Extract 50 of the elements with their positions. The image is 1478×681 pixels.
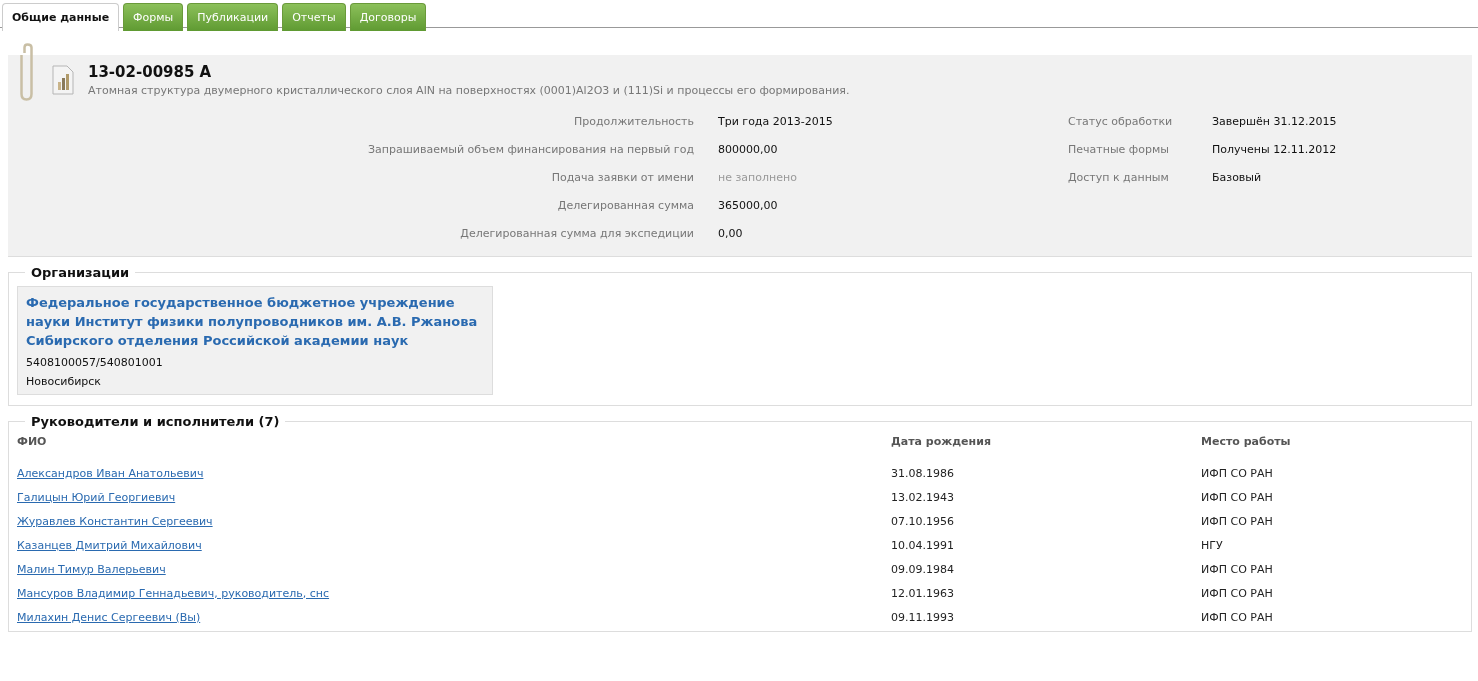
person-link[interactable]: Казанцев Дмитрий Михайлович [17,538,202,552]
field-value: 365000,00 [718,198,779,212]
person-link[interactable]: Малин Тимур Валерьевич [17,562,166,576]
project-number: 13-02-00985 А [88,63,213,81]
table-cell-text: ИФП СО РАН [1201,490,1274,504]
column-header: Место работы [1201,434,1292,448]
field-label: Делегированная сумма [556,198,694,212]
column-header: Дата рождения [891,434,992,448]
document-chart-icon [52,65,74,95]
table-cell-text: НГУ [1201,538,1224,552]
field-label: Статус обработки [1068,114,1174,128]
table-cell-text: 31.08.1986 [891,466,955,480]
table-cell-text: 10.04.1991 [891,538,955,552]
section-title: Организации [30,265,131,280]
project-title: Атомная структура двумерного кристаллического слоя AlN на поверхностях (0001)Al2O3 и (111)Si и процессы его формирования. [88,84,850,97]
field-label: Печатные формы [1068,142,1170,156]
column-header: ФИО [17,434,48,448]
table-cell-text: ИФП СО РАН [1201,562,1274,576]
field-label: Запрашиваемый объем финансирования на первый год [367,142,694,156]
field-label: Продолжительность [573,114,694,128]
table-cell-text: ИФП СО РАН [1201,586,1274,600]
table-cell-text: ИФП СО РАН [1201,610,1274,624]
field-value: 0,00 [718,226,744,240]
table-cell-text: 07.10.1956 [891,514,955,528]
section-title: Руководители и исполнители (7) [30,414,281,429]
table-cell-text: ИФП СО РАН [1201,466,1274,480]
table-cell-text: 09.11.1993 [891,610,955,624]
field-value: 800000,00 [718,142,779,156]
organization-link[interactable]: Федеральное государственное бюджетное учреждение науки Институт физики полупроводников им. А.В. Ржанова Сибирского отделения Российской академии наук [26,293,484,350]
field-value: не заполнено [718,170,798,184]
person-link[interactable]: Милахин Денис Сергеевич (Вы) [17,610,201,624]
organization-codes: 5408100057/540801001 [26,356,164,369]
field-label: Доступ к данным [1068,170,1170,184]
paperclip-icon [20,43,33,101]
table-cell-text: 09.09.1984 [891,562,955,576]
table-cell-text: 12.01.1963 [891,586,955,600]
field-label: Подача заявки от имени [550,170,694,184]
table-cell-text: ИФП СО РАН [1201,514,1274,528]
field-value: Базовый [1212,170,1263,184]
field-value: Получены 12.11.2012 [1212,142,1338,156]
table-cell-text: 13.02.1943 [891,490,955,504]
field-label: Делегированная сумма для экспедиции [459,226,694,240]
person-link[interactable]: Журавлев Константин Сергеевич [17,514,213,528]
person-link[interactable]: Мансуров Владимир Геннадьевич, руководитель, снс [17,586,330,600]
person-link[interactable]: Галицын Юрий Георгиевич [17,490,176,504]
person-link[interactable]: Александров Иван Анатольевич [17,466,204,480]
organization-city: Новосибирск [26,375,103,388]
tab[interactable]: Общие данные [2,3,120,31]
field-value: Завершён 31.12.2015 [1212,114,1338,128]
field-value: Три года 2013-2015 [718,114,834,128]
